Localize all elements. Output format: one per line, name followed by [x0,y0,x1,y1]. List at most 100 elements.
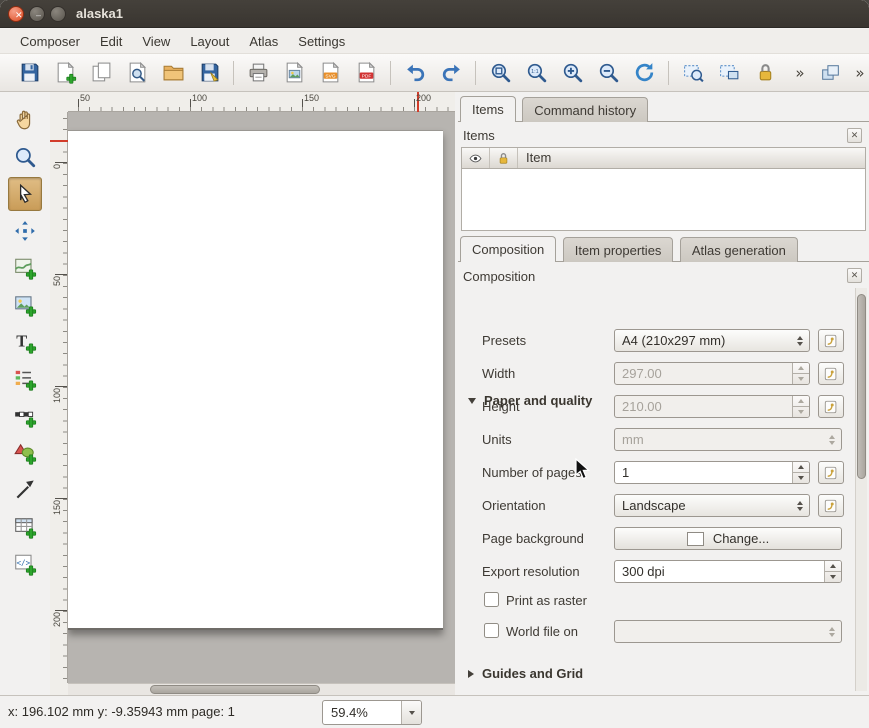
add-map-button[interactable] [8,251,42,285]
pan-tool-button[interactable] [8,103,42,137]
save-template-button[interactable] [194,58,224,88]
zoom-out-button[interactable] [593,58,623,88]
add-html-button[interactable]: </> [8,547,42,581]
orientation-combobox[interactable]: Landscape [614,494,810,517]
load-template-button[interactable] [158,58,188,88]
print-as-raster-label: Print as raster [506,592,587,609]
zoom-tool-button[interactable] [8,140,42,174]
zoom-actual-size-button[interactable]: 1:1 [521,58,551,88]
tab-items[interactable]: Items [460,96,516,122]
export-pdf-button[interactable]: PDF [351,58,381,88]
items-panel-close-button[interactable]: ✕ [847,128,862,143]
add-image-button[interactable] [8,288,42,322]
units-combobox[interactable]: mm [614,428,842,451]
group-items-button[interactable] [815,58,845,88]
print-as-raster-checkbox[interactable] [484,592,499,607]
export-svg-button[interactable]: SVG [315,58,345,88]
add-scalebar-button[interactable] [8,399,42,433]
eye-icon [468,151,483,166]
tab-atlas-generation[interactable]: Atlas generation [680,237,798,262]
add-legend-button[interactable] [8,362,42,396]
zoom-in-button[interactable] [557,58,587,88]
visibility-column-header [462,148,490,168]
group-guides-and-grid[interactable]: Guides and Grid [468,666,583,681]
canvas-horizontal-scrollbar[interactable] [68,683,455,695]
redo-button[interactable] [436,58,466,88]
width-data-defined-button[interactable] [818,362,844,385]
select-move-item-button[interactable] [8,177,42,211]
number-of-pages-spinbox[interactable]: 1 [614,461,810,484]
data-defined-icon [822,365,840,383]
composer-manager-button[interactable] [122,58,152,88]
tab-item-properties[interactable]: Item properties [563,237,674,262]
export-resolution-spinbox[interactable]: 300 dpi [614,560,842,583]
ruler-position-indicator [50,140,68,142]
world-file-map-combobox[interactable] [614,620,842,643]
duplicate-composer-button[interactable] [86,58,116,88]
toolbar-overflow-button-1[interactable]: » [791,58,809,88]
toolbar-separator [390,61,391,85]
pages-data-defined-button[interactable] [818,461,844,484]
toolbar-separator [233,61,234,85]
add-shape-button[interactable] [8,436,42,470]
lock-selected-items-button[interactable] [750,58,780,88]
svg-text:PDF: PDF [361,74,371,80]
number-of-pages-label: Number of pages [482,461,582,484]
add-table-button[interactable] [8,510,42,544]
refresh-view-button[interactable] [629,58,659,88]
spin-arrows-icon[interactable] [792,396,809,417]
save-project-button[interactable] [14,58,44,88]
move-item-content-button[interactable] [8,214,42,248]
composition-canvas[interactable] [68,112,455,683]
composition-panel-title: Composition [463,269,535,284]
zoom-level-combobox[interactable]: 59.4% [322,700,422,725]
window-minimize-button[interactable]: – [29,6,45,22]
world-file-checkbox[interactable] [484,623,499,638]
undo-button[interactable] [400,58,430,88]
presets-label: Presets [482,329,526,352]
spin-arrows-icon[interactable] [824,561,841,582]
tab-command-history[interactable]: Command history [522,97,648,122]
width-spinbox[interactable]: 297.00 [614,362,810,385]
window-maximize-button[interactable] [50,6,66,22]
add-arrow-button[interactable] [8,473,42,507]
menu-composer[interactable]: Composer [10,29,90,53]
combo-dropdown-icon[interactable] [401,701,421,724]
paper-page[interactable] [68,130,443,630]
presets-combobox[interactable]: A4 (210x297 mm) [614,329,810,352]
spin-arrows-icon[interactable] [792,462,809,483]
new-composer-button[interactable] [50,58,80,88]
combo-arrows-icon [797,495,803,516]
right-panel: Items Command history Items ✕ Item Compo… [458,92,869,695]
ruler-horizontal: 50100150200 [68,92,455,112]
presets-data-defined-button[interactable] [818,329,844,352]
menu-edit[interactable]: Edit [90,29,132,53]
ruler-vertical: 050100150200 [50,112,68,683]
add-label-button[interactable]: T [8,325,42,359]
export-image-button[interactable] [279,58,309,88]
menu-layout[interactable]: Layout [180,29,239,53]
toolbar-separator [475,61,476,85]
select-region-button[interactable] [714,58,744,88]
items-list[interactable] [461,169,866,231]
spin-arrows-icon[interactable] [792,363,809,384]
ruler-label: 200 [416,93,431,103]
print-button[interactable] [243,58,273,88]
scrollbar-thumb[interactable] [150,685,320,694]
orientation-data-defined-button[interactable] [818,494,844,517]
tab-composition[interactable]: Composition [460,236,556,262]
menu-settings[interactable]: Settings [288,29,355,53]
composition-panel-close-button[interactable]: ✕ [847,268,862,283]
menu-view[interactable]: View [132,29,180,53]
composition-scrollbar[interactable] [855,288,867,691]
toolbar-overflow-button-2[interactable]: » [851,58,869,88]
statusbar: x: 196.102 mm y: -9.35943 mm page: 1 59.… [0,695,869,728]
window-close-button[interactable]: ✕ [8,6,24,22]
scrollbar-thumb[interactable] [857,294,866,479]
height-data-defined-button[interactable] [818,395,844,418]
height-spinbox[interactable]: 210.00 [614,395,810,418]
menu-atlas[interactable]: Atlas [239,29,288,53]
page-background-change-button[interactable]: Change... [614,527,842,550]
zoom-full-button[interactable] [485,58,515,88]
select-zoom-button[interactable] [678,58,708,88]
